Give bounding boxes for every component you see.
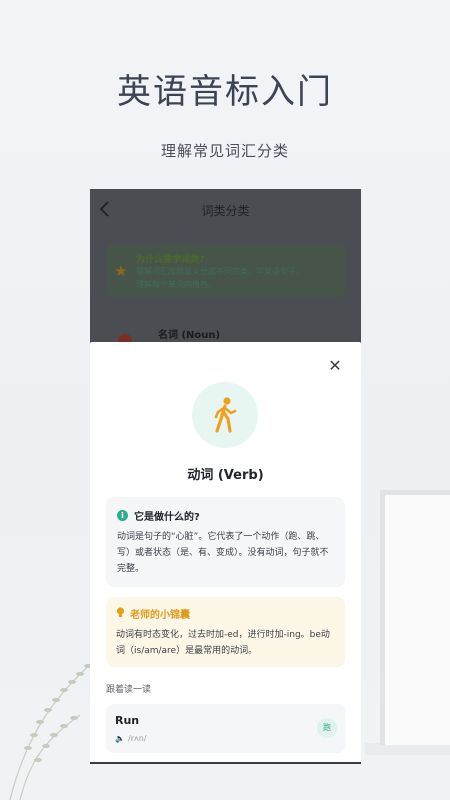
lightbulb-icon [116,606,125,621]
chevron-left-icon[interactable] [98,200,118,220]
noun-label: 名词 (Noun) [158,330,221,341]
close-icon[interactable]: ✕ [327,358,343,374]
why-card-desc-line1: 理解词汇按照意义分成不同的类，学英语句子， [136,266,304,276]
chinese-meaning-chip[interactable]: 跑 [317,718,337,738]
promo-subtitle: 理解常见词汇分类 [160,142,289,160]
teacher-tip-card: 老师的小锦囊 动词有时态变化，过去时加-ed，进行时加-ing。be动 词（is… [106,597,345,667]
example-word: Run [115,714,140,727]
app-header: 词类分类 [90,189,361,231]
info-line1: 动词是句子的“心脏”。它代表了一个动作（跑、跳、 [117,532,325,542]
what-it-does-card: i 它是做什么的? 动词是句子的“心脏”。它代表了一个动作（跑、跳、 写）或者状… [106,497,345,587]
picture-frame-decoration [380,490,450,745]
tip-line1: 动词有时态变化，过去时加-ed，进行时加-ing。be动 [116,630,330,640]
why-learn-card[interactable]: ★ 为什么要学词类? 理解词汇按照意义分成不同的类，学英语句子， 理解每个单词的… [106,245,345,297]
info-heading: 它是做什么的? [134,512,200,523]
speaker-icon[interactable]: 🔈 [115,734,125,743]
list-item-noun[interactable]: 名词 (Noun) [106,317,345,348]
tip-heading: 老师的小锦囊 [130,610,190,621]
phone-mockup: 词类分类 ★ 为什么要学词类? 理解词汇按照意义分成不同的类，学英语句子， 理解… [90,189,361,764]
tip-line2: 词（is/am/are）是最常用的动词。 [116,646,258,656]
why-card-desc-line2: 理解每个单词的角色。 [136,279,216,289]
why-card-title: 为什么要学词类? [136,254,205,265]
info-line3: 完整。 [117,564,145,574]
promo-title: 英语音标入门 [117,72,333,112]
word-icon-container [192,382,258,448]
info-line2: 写）或者状态（是、有、变成）。没有动词，句子就不 [117,548,329,558]
read-along-label: 跟着读一读 [106,685,152,695]
example-phonetic: /rʌn/ [128,734,147,743]
info-icon: i [117,510,128,521]
walking-person-icon [214,397,237,433]
app-header-title: 词类分类 [201,203,250,218]
star-icon: ★ [114,262,128,280]
verb-detail-sheet: ✕ 动词 (Verb) i 它是做什么的? 动词是句子的“心脏”。它代表了一个动… [90,342,361,762]
sheet-title: 动词 (Verb) [187,468,264,483]
example-word-card[interactable]: Run 🔈 /rʌn/ 跑 [106,704,345,753]
